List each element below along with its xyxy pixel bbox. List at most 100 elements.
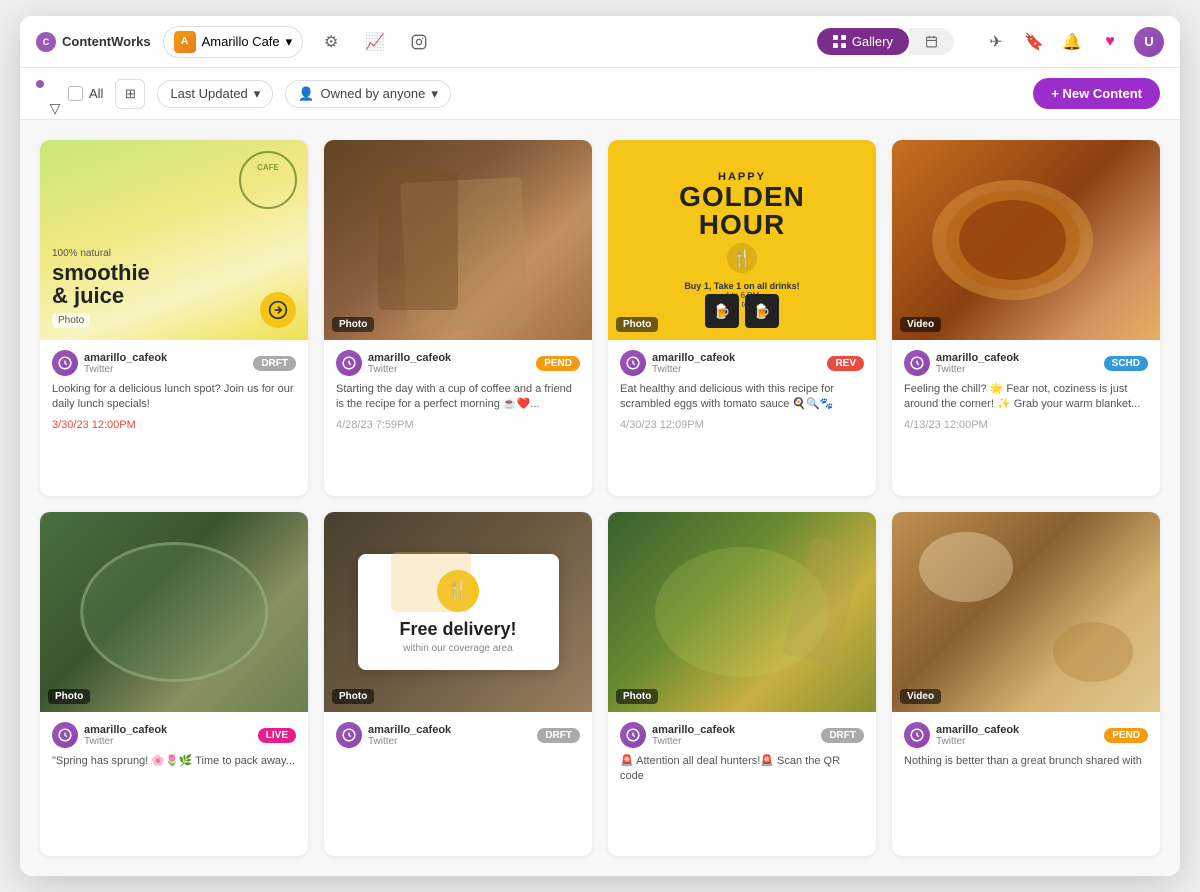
card-image-container: Photo [608, 512, 876, 712]
content-card[interactable]: Video amarillo_cafeok Twitter [892, 512, 1160, 856]
status-badge: PEND [1104, 728, 1148, 743]
card-user: amarillo_cafeok Twitter [52, 722, 167, 748]
card-image-container: 🍴 Free delivery! within our coverage are… [324, 512, 592, 712]
filter-dot [36, 80, 44, 88]
card-user: amarillo_cafeok Twitter [620, 350, 735, 376]
card-body: amarillo_cafeok Twitter DRFT Looking for… [40, 340, 308, 439]
instagram-icon[interactable] [403, 26, 435, 58]
chevron-down-icon: ▾ [286, 34, 293, 50]
content-card[interactable]: Photo amarillo_cafeok Twitter [608, 512, 876, 856]
chart-icon[interactable]: 📈 [359, 26, 391, 58]
card-username: amarillo_cafeok [368, 352, 451, 364]
status-badge: LIVE [258, 728, 296, 743]
content-card[interactable]: CAFE 100% natural smoothie& juice Photo [40, 140, 308, 496]
calendar-view-button[interactable] [909, 28, 954, 55]
content-card[interactable]: 🍴 Free delivery! within our coverage are… [324, 512, 592, 856]
brand-selector[interactable]: A Amarillo Cafe ▾ [163, 26, 304, 58]
card-user: amarillo_cafeok Twitter [336, 350, 451, 376]
card-image-container: Photo [324, 140, 592, 340]
user-avatar[interactable]: U [1134, 27, 1164, 57]
card-body: amarillo_cafeok Twitter PEND Nothing is … [892, 712, 1160, 783]
owner-chevron-icon: ▾ [431, 86, 438, 102]
user-avatar [620, 722, 646, 748]
new-content-button[interactable]: + New Content [1033, 78, 1160, 109]
card-body: amarillo_cafeok Twitter PEND Starting th… [324, 340, 592, 439]
sort-dropdown[interactable]: Last Updated ▾ [157, 80, 273, 108]
card-user: amarillo_cafeok Twitter [52, 350, 167, 376]
gallery-area: CAFE 100% natural smoothie& juice Photo [20, 120, 1180, 876]
card-user-info: amarillo_cafeok Twitter [936, 724, 1019, 747]
card-username: amarillo_cafeok [936, 724, 1019, 736]
status-badge: PEND [536, 356, 580, 371]
card-body: amarillo_cafeok Twitter REV Eat healthy … [608, 340, 876, 439]
card-body: amarillo_cafeok Twitter SCHD Feeling the… [892, 340, 1160, 439]
status-badge: DRFT [253, 356, 296, 371]
card-platform: Twitter [84, 736, 167, 747]
card-caption: "Spring has sprung! 🌸🌷🌿 Time to pack awa… [52, 754, 296, 769]
notification-icon[interactable]: 🔔 [1058, 28, 1086, 56]
card-image-container: CAFE 100% natural smoothie& juice Photo [40, 140, 308, 340]
sort-chevron-icon: ▾ [254, 86, 261, 102]
card-user-info: amarillo_cafeok Twitter [652, 724, 735, 747]
card-user-info: amarillo_cafeok Twitter [936, 352, 1019, 375]
status-badge: DRFT [537, 728, 580, 743]
card-body: amarillo_cafeok Twitter DRFT [324, 712, 592, 762]
view-toggle: Gallery [817, 28, 954, 55]
card-caption: Nothing is better than a great brunch sh… [904, 754, 1148, 769]
card-meta-row: amarillo_cafeok Twitter DRFT [52, 350, 296, 376]
content-card[interactable]: Video amarillo_cafeok Twitter [892, 140, 1160, 496]
card-platform: Twitter [84, 364, 167, 375]
card-username: amarillo_cafeok [84, 352, 167, 364]
gallery-view-button[interactable]: Gallery [817, 28, 909, 55]
new-content-label: + New Content [1051, 86, 1142, 101]
user-avatar [336, 722, 362, 748]
owner-icon: 👤 [298, 86, 314, 102]
card-image-container: Video [892, 512, 1160, 712]
send-icon[interactable]: ✈ [982, 28, 1010, 56]
logo-icon: C [36, 32, 56, 52]
select-all-checkbox[interactable]: All [68, 86, 103, 101]
card-date: 4/13/23 12:00PM [904, 419, 1148, 431]
brand-name: ContentWorks [62, 34, 151, 49]
card-meta-row: amarillo_cafeok Twitter PEND [336, 350, 580, 376]
card-image-container: Video [892, 140, 1160, 340]
settings-icon[interactable]: ⚙ [315, 26, 347, 58]
bookmark-icon[interactable]: 🔖 [1020, 28, 1048, 56]
status-badge: REV [827, 356, 864, 371]
card-user-info: amarillo_cafeok Twitter [652, 352, 735, 375]
card-platform: Twitter [936, 364, 1019, 375]
gallery-label: Gallery [852, 34, 893, 49]
card-user: amarillo_cafeok Twitter [620, 722, 735, 748]
top-nav: C ContentWorks A Amarillo Cafe ▾ ⚙ 📈 Gal… [20, 16, 1180, 68]
user-avatar [52, 722, 78, 748]
card-date: 3/30/23 12:00PM [52, 419, 296, 431]
card-user: amarillo_cafeok Twitter [336, 722, 451, 748]
card-user: amarillo_cafeok Twitter [904, 350, 1019, 376]
card-platform: Twitter [936, 736, 1019, 747]
user-avatar [620, 350, 646, 376]
card-user: amarillo_cafeok Twitter [904, 722, 1019, 748]
grid-layout-button[interactable]: ⊞ [115, 79, 145, 109]
filter-icon[interactable]: ▽ [40, 94, 70, 124]
content-card[interactable]: Photo amarillo_cafeok Twitter [40, 512, 308, 856]
content-card[interactable]: Photo amarillo_cafeok Twitter [324, 140, 592, 496]
user-avatar [336, 350, 362, 376]
user-avatar [52, 350, 78, 376]
client-name: Amarillo Cafe [202, 34, 280, 49]
favorites-icon[interactable]: ♥ [1096, 28, 1124, 56]
status-badge: DRFT [821, 728, 864, 743]
card-username: amarillo_cafeok [84, 724, 167, 736]
card-user-info: amarillo_cafeok Twitter [368, 724, 451, 747]
card-username: amarillo_cafeok [936, 352, 1019, 364]
status-badge: SCHD [1104, 356, 1148, 371]
card-platform: Twitter [368, 364, 451, 375]
card-caption: Eat healthy and delicious with this reci… [620, 382, 864, 413]
brand-avatar: A [174, 31, 196, 53]
owner-dropdown[interactable]: 👤 Owned by anyone ▾ [285, 80, 451, 108]
card-body: amarillo_cafeok Twitter DRFT 🚨 Attention… [608, 712, 876, 799]
card-meta-row: amarillo_cafeok Twitter DRFT [336, 722, 580, 748]
card-user-info: amarillo_cafeok Twitter [368, 352, 451, 375]
content-card[interactable]: HAPPY GOLDEN HOUR 🍴 Buy 1, Take 1 on all… [608, 140, 876, 496]
card-platform: Twitter [368, 736, 451, 747]
card-meta-row: amarillo_cafeok Twitter SCHD [904, 350, 1148, 376]
